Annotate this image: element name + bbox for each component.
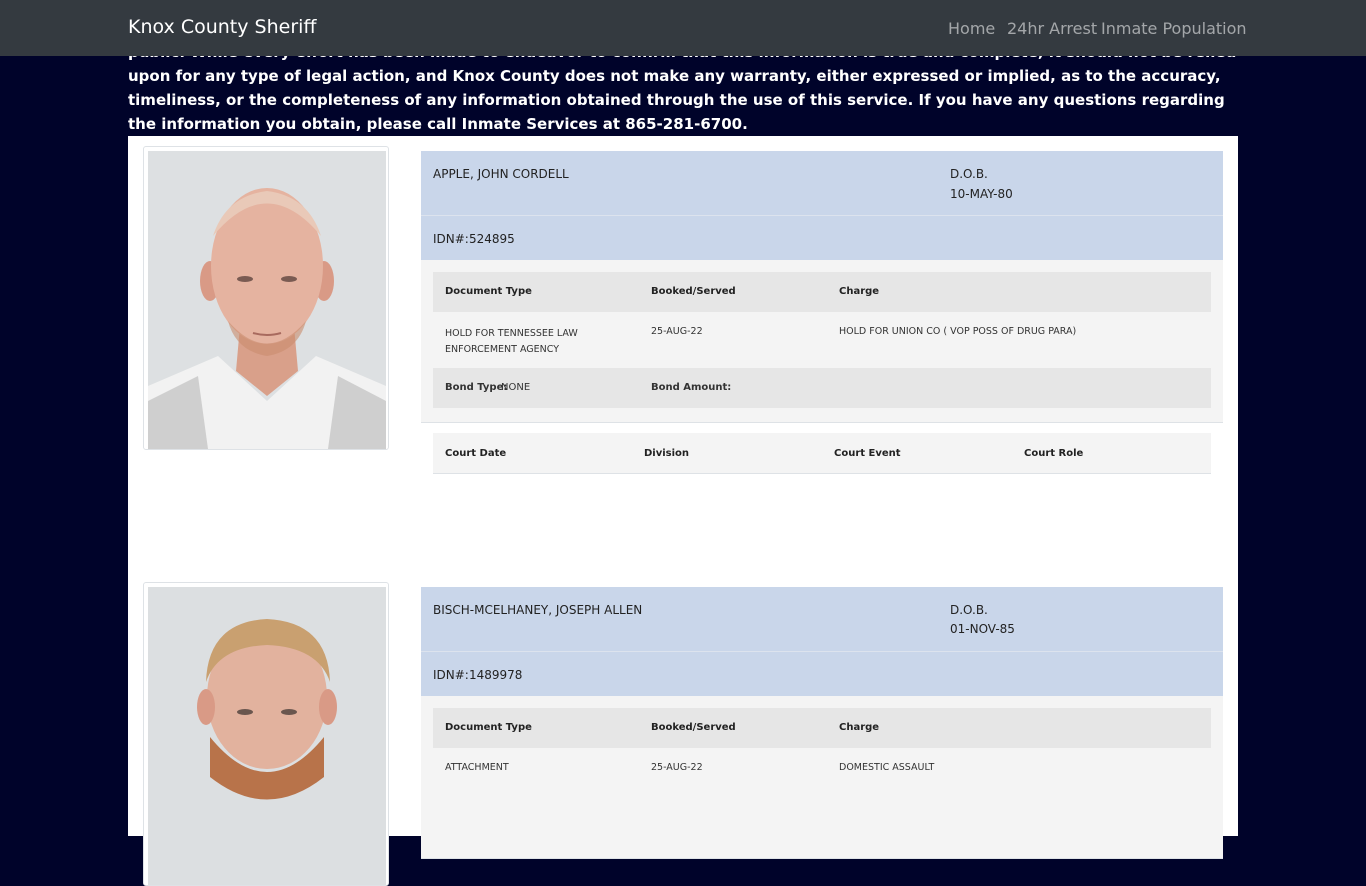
inmate-photo-frame: [143, 146, 389, 450]
inmate-photo-frame: [143, 582, 389, 886]
col-charge: Charge: [839, 722, 880, 733]
col-court-event: Court Event: [834, 448, 901, 459]
court-table-header: Court Date Division Court Event Court Ro…: [433, 433, 1211, 474]
brand-link[interactable]: Knox County Sheriff: [128, 16, 317, 38]
col-document-type: Document Type: [445, 722, 532, 733]
bond-type-label: Bond Type:: [445, 382, 508, 393]
col-booked-served: Booked/Served: [651, 722, 736, 733]
booking-records: Document Type Booked/Served Charge HOLD …: [421, 260, 1223, 423]
dob-value: 10-MAY-80: [950, 187, 1013, 201]
nav-inmate-population-link[interactable]: Inmate Population: [1101, 19, 1247, 38]
col-division: Division: [644, 448, 690, 459]
col-court-role: Court Role: [1024, 448, 1084, 459]
idn-bar: IDN#: 524895: [421, 216, 1223, 260]
dob-label: D.O.B.: [950, 167, 988, 181]
idn-label: IDN#:: [433, 668, 469, 682]
nav-24hr-arrest-link[interactable]: 24hr Arrest: [1007, 19, 1097, 38]
inmate-name: APPLE, JOHN CORDELL: [433, 167, 569, 181]
booked-served-cell: 25-AUG-22: [651, 326, 703, 337]
col-court-date: Court Date: [445, 448, 507, 459]
charge-cell: HOLD FOR UNION CO ( VOP POSS OF DRUG PAR…: [839, 326, 1077, 337]
idn-label: IDN#:: [433, 232, 469, 246]
idn-bar: IDN#: 1489978: [421, 652, 1223, 696]
table-row: ATTACHMENT 25-AUG-22 DOMESTIC ASSAULT: [433, 748, 1211, 804]
table-row: HOLD FOR TENNESSEE LAW ENFORCEMENT AGENC…: [433, 312, 1211, 368]
bond-amount-label: Bond Amount:: [651, 382, 732, 393]
inmate-name: BISCH-MCELHANEY, JOSEPH ALLEN: [433, 603, 643, 617]
records-table-header: Document Type Booked/Served Charge: [433, 708, 1211, 748]
col-charge: Charge: [839, 286, 880, 297]
navbar: Knox County Sheriff Home 24hr Arrest Inm…: [0, 0, 1366, 56]
inmate-header: APPLE, JOHN CORDELL D.O.B. 10-MAY-80: [421, 151, 1223, 216]
bond-type-value: NONE: [501, 382, 531, 393]
dob-value: 01-NOV-85: [950, 622, 1015, 636]
booking-records: Document Type Booked/Served Charge ATTAC…: [421, 696, 1223, 859]
idn-value: 1489978: [469, 668, 523, 682]
inmate-list: APPLE, JOHN CORDELL D.O.B. 10-MAY-80 IDN…: [128, 136, 1238, 886]
nav-home-link[interactable]: Home: [948, 19, 995, 38]
document-type-cell: HOLD FOR TENNESSEE LAW ENFORCEMENT AGENC…: [445, 328, 578, 355]
bond-row: Bond Type: NONE Bond Amount:: [433, 368, 1211, 408]
dob-label: D.O.B.: [950, 603, 988, 617]
col-booked-served: Booked/Served: [651, 286, 736, 297]
records-table-header: Document Type Booked/Served Charge: [433, 272, 1211, 312]
col-document-type: Document Type: [445, 286, 532, 297]
mugshot-image: [148, 587, 386, 885]
inmate-header: BISCH-MCELHANEY, JOSEPH ALLEN D.O.B. 01-…: [421, 587, 1223, 652]
mugshot-image: [148, 151, 386, 449]
idn-value: 524895: [469, 232, 515, 246]
